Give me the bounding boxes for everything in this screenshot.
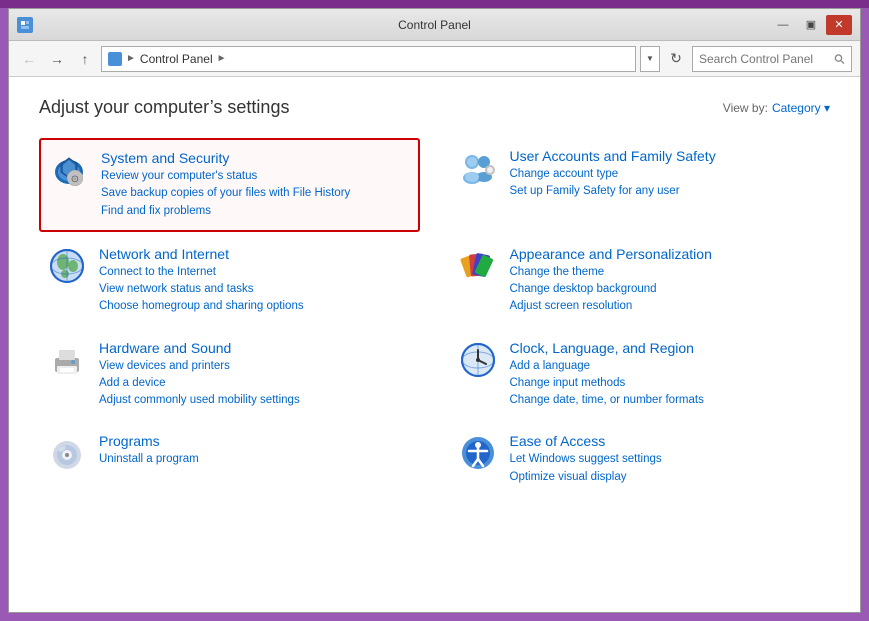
user-accounts-title[interactable]: User Accounts and Family Safety [510, 148, 823, 164]
category-appearance[interactable]: Appearance and Personalization Change th… [450, 236, 831, 326]
window-icon [17, 17, 33, 33]
appearance-link-1[interactable]: Change the theme [510, 264, 823, 281]
search-icon [834, 53, 845, 65]
back-button[interactable]: ← [17, 47, 41, 71]
clock-link-1[interactable]: Add a language [510, 358, 823, 375]
page-title: Adjust your computer’s settings [39, 97, 289, 118]
svg-text:⊙: ⊙ [71, 174, 79, 185]
user-accounts-link-1[interactable]: Change account type [510, 166, 823, 183]
clock-link-2[interactable]: Change input methods [510, 375, 823, 392]
user-accounts-link-2[interactable]: Set up Family Safety for any user [510, 183, 823, 200]
ease-icon [458, 433, 498, 473]
appearance-icon [458, 246, 498, 286]
content-area: Adjust your computer’s settings View by:… [9, 77, 860, 612]
network-icon [47, 246, 87, 286]
network-link-3[interactable]: Choose homegroup and sharing options [99, 298, 412, 315]
page-header: Adjust your computer’s settings View by:… [39, 97, 830, 118]
appearance-link-2[interactable]: Change desktop background [510, 281, 823, 298]
system-security-link-1[interactable]: Review your computer's status [101, 168, 410, 185]
category-programs[interactable]: Programs Uninstall a program [39, 423, 420, 496]
ease-content: Ease of Access Let Windows suggest setti… [510, 433, 823, 486]
appearance-title[interactable]: Appearance and Personalization [510, 246, 823, 262]
appearance-content: Appearance and Personalization Change th… [510, 246, 823, 316]
path-separator-2: ► [217, 53, 227, 64]
system-security-icon: ⊙ [49, 150, 89, 190]
up-button[interactable]: ↑ [73, 47, 97, 71]
address-dropdown[interactable]: ▼ [640, 46, 660, 72]
path-icon [108, 52, 122, 66]
path-separator-1: ► [126, 53, 136, 64]
title-bar: Control Panel — ▣ ✕ [9, 9, 860, 41]
programs-icon [47, 433, 87, 473]
address-path[interactable]: ► Control Panel ► [101, 46, 636, 72]
programs-content: Programs Uninstall a program [99, 433, 412, 468]
system-security-link-2[interactable]: Save backup copies of your files with Fi… [101, 185, 410, 202]
category-network[interactable]: Network and Internet Connect to the Inte… [39, 236, 420, 326]
programs-link-1[interactable]: Uninstall a program [99, 451, 412, 468]
search-box[interactable] [692, 46, 852, 72]
window-controls: — ▣ ✕ [770, 15, 852, 35]
taskbar-hint [0, 0, 869, 8]
ease-title[interactable]: Ease of Access [510, 433, 823, 449]
window-title: Control Panel [9, 18, 860, 32]
clock-content: Clock, Language, and Region Add a langua… [510, 340, 823, 410]
clock-title[interactable]: Clock, Language, and Region [510, 340, 823, 356]
category-user-accounts[interactable]: User Accounts and Family Safety Change a… [450, 138, 831, 232]
system-security-title[interactable]: System and Security [101, 150, 410, 166]
network-title[interactable]: Network and Internet [99, 246, 412, 262]
minimize-button[interactable]: — [770, 15, 796, 35]
ease-link-2[interactable]: Optimize visual display [510, 469, 823, 486]
refresh-button[interactable]: ↻ [664, 47, 688, 71]
maximize-button[interactable]: ▣ [798, 15, 824, 35]
clock-icon [458, 340, 498, 380]
ease-link-1[interactable]: Let Windows suggest settings [510, 451, 823, 468]
view-by-value[interactable]: Category ▾ [772, 101, 830, 115]
clock-link-3[interactable]: Change date, time, or number formats [510, 392, 823, 409]
network-content: Network and Internet Connect to the Inte… [99, 246, 412, 316]
search-input[interactable] [699, 52, 830, 66]
category-system-security[interactable]: ⊙ System and Security Review your comput… [39, 138, 420, 232]
hardware-content: Hardware and Sound View devices and prin… [99, 340, 412, 410]
system-security-content: System and Security Review your computer… [101, 150, 410, 220]
path-label: Control Panel [140, 52, 213, 66]
close-button[interactable]: ✕ [826, 15, 852, 35]
control-panel-window: Control Panel — ▣ ✕ ← → ↑ ► Control Pane… [8, 8, 861, 613]
user-accounts-icon [458, 148, 498, 188]
appearance-link-3[interactable]: Adjust screen resolution [510, 298, 823, 315]
hardware-link-2[interactable]: Add a device [99, 375, 412, 392]
category-hardware[interactable]: Hardware and Sound View devices and prin… [39, 330, 420, 420]
network-link-1[interactable]: Connect to the Internet [99, 264, 412, 281]
hardware-icon [47, 340, 87, 380]
programs-title[interactable]: Programs [99, 433, 412, 449]
user-accounts-content: User Accounts and Family Safety Change a… [510, 148, 823, 201]
category-ease[interactable]: Ease of Access Let Windows suggest setti… [450, 423, 831, 496]
system-security-link-3[interactable]: Find and fix problems [101, 203, 410, 220]
categories-grid: ⊙ System and Security Review your comput… [39, 138, 830, 496]
hardware-link-3[interactable]: Adjust commonly used mobility settings [99, 392, 412, 409]
address-bar: ← → ↑ ► Control Panel ► ▼ ↻ [9, 41, 860, 77]
hardware-title[interactable]: Hardware and Sound [99, 340, 412, 356]
view-by-control: View by: Category ▾ [723, 101, 830, 115]
network-link-2[interactable]: View network status and tasks [99, 281, 412, 298]
category-clock[interactable]: Clock, Language, and Region Add a langua… [450, 330, 831, 420]
view-by-label: View by: [723, 101, 768, 115]
forward-button[interactable]: → [45, 47, 69, 71]
hardware-link-1[interactable]: View devices and printers [99, 358, 412, 375]
